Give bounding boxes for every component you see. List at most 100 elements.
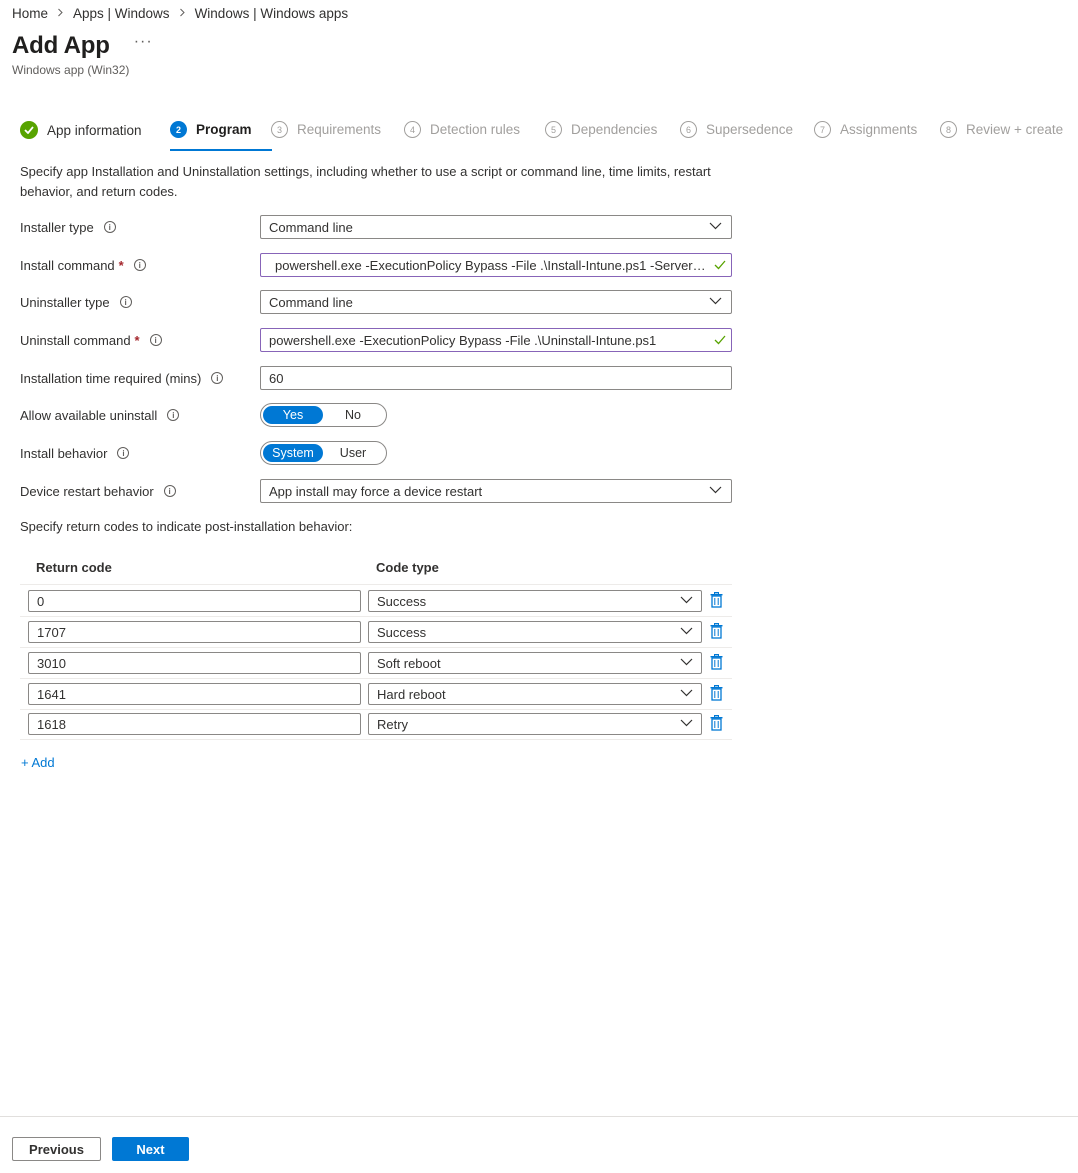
installer-type-dropdown[interactable]: Command line (260, 215, 732, 239)
tab-review-create[interactable]: 8 Review + create (940, 121, 1063, 138)
code-type-dropdown[interactable]: Success (368, 590, 702, 612)
delete-icon[interactable] (710, 715, 723, 731)
code-type-dropdown[interactable]: Soft reboot (368, 652, 702, 674)
input-value: powershell.exe -ExecutionPolicy Bypass -… (275, 257, 707, 273)
footer-divider (0, 1116, 1078, 1117)
more-options-button[interactable]: ··· (134, 33, 153, 51)
step-number-badge: 7 (814, 121, 831, 138)
uninstall-command-row: Uninstall command * i powershell.exe -Ex… (20, 328, 732, 352)
delete-icon[interactable] (710, 623, 723, 639)
restart-behavior-label: Device restart behavior i (20, 484, 260, 499)
return-code-input[interactable]: 0 (28, 590, 361, 612)
delete-icon[interactable] (710, 592, 723, 608)
add-return-code-link[interactable]: + Add (21, 755, 55, 770)
wizard-steps: App information 2 Program 3 Requirements… (20, 121, 1078, 151)
allow-uninstall-row: Allow available uninstall i Yes No (20, 403, 732, 427)
dropdown-value: Retry (377, 716, 409, 732)
table-row: 1707 Success (20, 617, 732, 648)
next-button[interactable]: Next (112, 1137, 189, 1161)
step-label: Program (196, 122, 252, 137)
code-type-dropdown[interactable]: Success (368, 621, 702, 643)
table-row: 1618 Retry (20, 709, 732, 740)
step-number-badge: 3 (271, 121, 288, 138)
return-code-input[interactable]: 1707 (28, 621, 361, 643)
allow-uninstall-toggle: Yes No (260, 403, 387, 427)
return-code-input[interactable]: 1641 (28, 683, 361, 705)
chevron-down-icon (680, 689, 693, 697)
label-text: Install command (20, 257, 115, 273)
toggle-option-no[interactable]: No (323, 406, 383, 424)
breadcrumb-home[interactable]: Home (12, 6, 48, 21)
table-row: 1641 Hard reboot (20, 679, 732, 710)
chevron-right-icon (179, 8, 186, 20)
install-behavior-label: Install behavior i (20, 446, 260, 461)
toggle-option-user[interactable]: User (323, 444, 383, 462)
toggle-option-yes[interactable]: Yes (263, 406, 323, 424)
step-number-badge: 5 (545, 121, 562, 138)
checkmark-icon (714, 260, 726, 270)
previous-button[interactable]: Previous (12, 1137, 101, 1161)
info-icon[interactable]: i (149, 334, 162, 346)
tab-program[interactable]: 2 Program (170, 121, 252, 138)
step-number-badge: 8 (940, 121, 957, 138)
label-text: Uninstall command (20, 332, 131, 348)
info-icon[interactable]: i (117, 447, 130, 459)
required-marker: * (134, 332, 140, 348)
tab-dependencies[interactable]: 5 Dependencies (545, 121, 657, 138)
required-marker: * (118, 257, 124, 273)
active-step-indicator (170, 149, 272, 151)
return-codes-intro: Specify return codes to indicate post-in… (20, 519, 353, 534)
info-icon[interactable]: i (211, 372, 224, 384)
uninstall-command-label: Uninstall command * i (20, 333, 260, 348)
code-type-dropdown[interactable]: Retry (368, 713, 702, 735)
tab-supersedence[interactable]: 6 Supersedence (680, 121, 793, 138)
return-codes-header: Return code Code type (20, 559, 732, 585)
return-code-input[interactable]: 1618 (28, 713, 361, 735)
restart-behavior-dropdown[interactable]: App install may force a device restart (260, 479, 732, 503)
tab-assignments[interactable]: 7 Assignments (814, 121, 917, 138)
chevron-down-icon (680, 719, 693, 727)
checkmark-icon (714, 335, 726, 345)
code-type-dropdown[interactable]: Hard reboot (368, 683, 702, 705)
installer-type-row: Installer type i Command line (20, 215, 732, 239)
page-subtitle: Windows app (Win32) (12, 63, 130, 77)
info-icon[interactable]: i (163, 485, 176, 497)
breadcrumb-windows-apps[interactable]: Windows | Windows apps (195, 6, 349, 21)
page-title: Add App (12, 32, 110, 59)
uninstaller-type-label: Uninstaller type i (20, 295, 260, 310)
table-row: 0 Success (20, 586, 732, 617)
toggle-option-system[interactable]: System (263, 444, 323, 462)
step-label: Requirements (297, 122, 382, 137)
step-label: Dependencies (571, 122, 658, 137)
step-number-badge: 2 (170, 121, 187, 138)
step-number-badge: 6 (680, 121, 697, 138)
tab-detection-rules[interactable]: 4 Detection rules (404, 121, 520, 138)
info-icon[interactable]: i (119, 296, 132, 308)
install-time-input[interactable]: 60 (260, 366, 732, 390)
table-row: 3010 Soft reboot (20, 648, 732, 679)
install-time-label: Installation time required (mins) i (20, 371, 260, 386)
install-command-row: Install command * i powershell.exe -Exec… (20, 253, 732, 277)
label-text: Uninstaller type (20, 294, 110, 310)
delete-icon[interactable] (710, 685, 723, 701)
column-header-return-code: Return code (36, 560, 112, 575)
dropdown-value: App install may force a device restart (269, 483, 483, 499)
step-number-badge: 4 (404, 121, 421, 138)
info-icon[interactable]: i (133, 259, 146, 271)
input-value: 60 (269, 370, 284, 386)
install-command-input[interactable]: powershell.exe -ExecutionPolicy Bypass -… (260, 253, 732, 277)
chevron-down-icon (680, 658, 693, 666)
return-code-input[interactable]: 3010 (28, 652, 361, 674)
chevron-down-icon (709, 222, 722, 230)
uninstaller-type-dropdown[interactable]: Command line (260, 290, 732, 314)
tab-app-information[interactable]: App information (20, 121, 142, 139)
info-icon[interactable]: i (167, 409, 180, 421)
chevron-down-icon (680, 627, 693, 635)
info-icon[interactable]: i (103, 221, 116, 233)
breadcrumb-apps-windows[interactable]: Apps | Windows (73, 6, 170, 21)
uninstall-command-input[interactable]: powershell.exe -ExecutionPolicy Bypass -… (260, 328, 732, 352)
dropdown-value: Soft reboot (377, 655, 441, 671)
tab-requirements[interactable]: 3 Requirements (271, 121, 381, 138)
label-text: Installer type (20, 219, 94, 235)
delete-icon[interactable] (710, 654, 723, 670)
